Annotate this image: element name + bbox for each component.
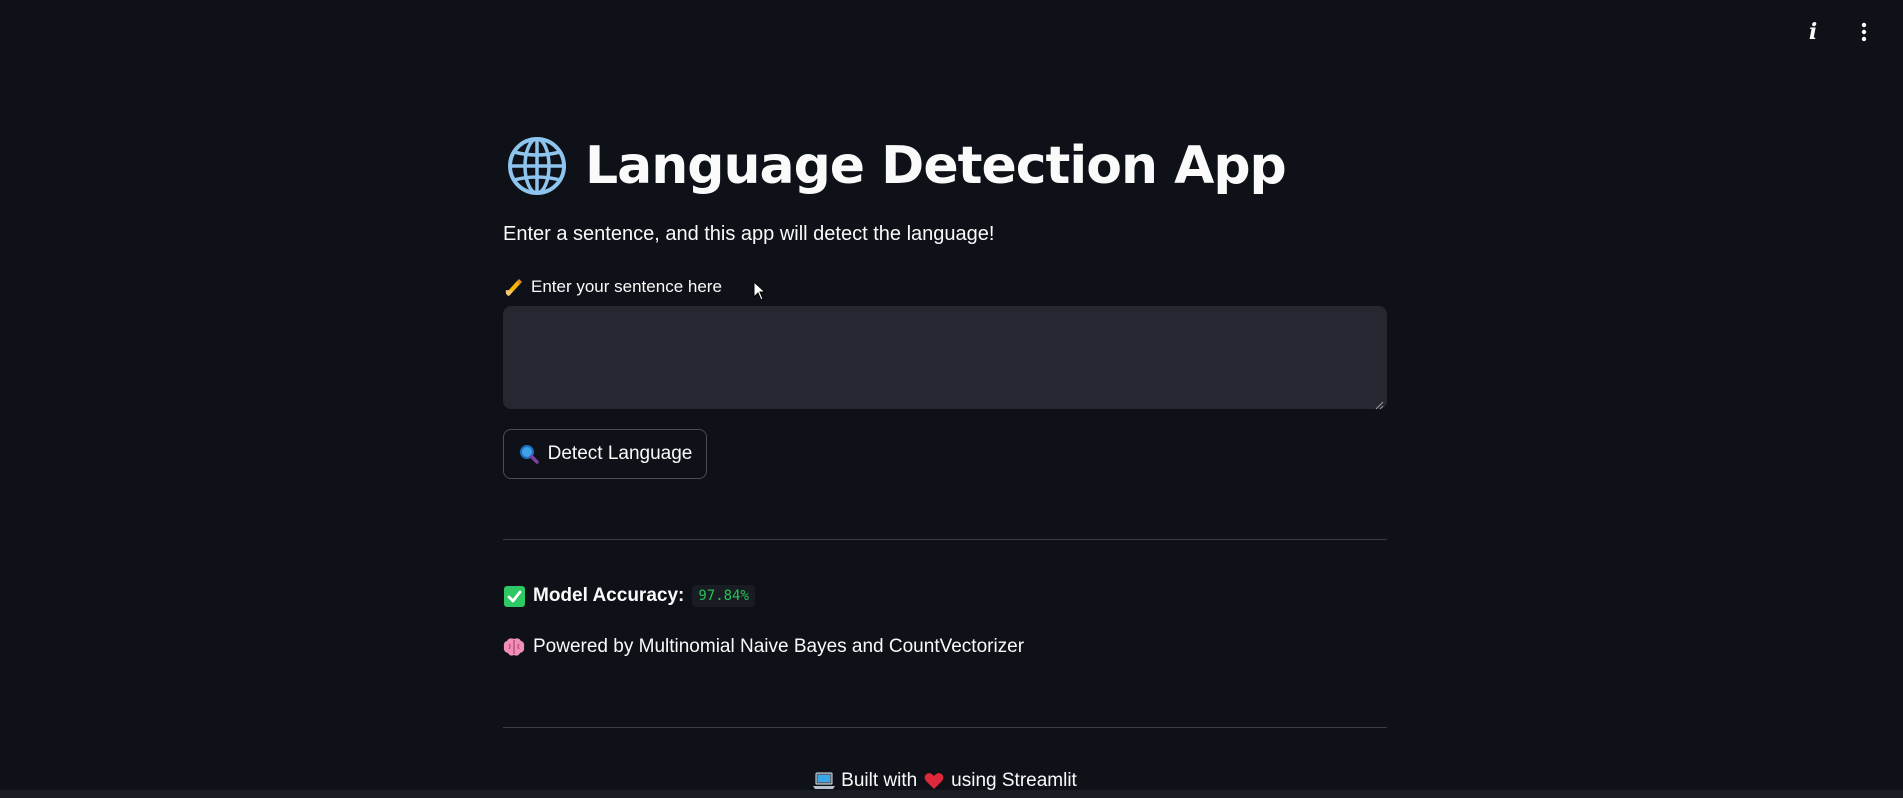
page-subtitle: Enter a sentence, and this app will dete…: [503, 223, 995, 245]
sentence-input[interactable]: [503, 306, 1387, 409]
detect-language-button[interactable]: Detect Language: [503, 429, 707, 479]
resize-handle-icon[interactable]: [1375, 397, 1384, 410]
powered-by: Powered by Multinomial Naive Bayes and C…: [503, 636, 1024, 658]
powered-by-text: Powered by Multinomial Naive Bayes and C…: [533, 636, 1025, 657]
model-accuracy-label: Model Accuracy:: [533, 585, 685, 606]
sentence-input-label-text: Enter your sentence here: [531, 277, 722, 296]
check-mark-icon: [503, 585, 525, 607]
brain-icon: [503, 636, 525, 658]
page-title: Language Detection App: [585, 136, 1287, 196]
magnifier-icon: [518, 443, 540, 465]
divider: [503, 539, 1387, 540]
top-toolbar: i: [0, 0, 1903, 64]
divider: [503, 727, 1387, 728]
model-accuracy-value: 97.84%: [692, 585, 755, 607]
heart-icon: [923, 770, 945, 792]
sentence-input-label: Enter your sentence here: [503, 276, 722, 298]
writing-hand-icon: [503, 276, 525, 298]
laptop-icon: [813, 770, 836, 792]
detect-language-button-label: Detect Language: [547, 443, 693, 464]
info-icon[interactable]: i: [1799, 18, 1827, 46]
footer-text-before: Built with: [841, 770, 918, 791]
kebab-menu-icon[interactable]: [1850, 18, 1878, 46]
mouse-cursor-icon: [753, 280, 767, 306]
model-accuracy: Model Accuracy: 97.84%: [503, 585, 755, 607]
globe-icon: [507, 136, 567, 196]
footer-text-after: using Streamlit: [951, 770, 1077, 791]
page-header: Language Detection App: [507, 136, 1287, 196]
footer: Built with using Streamlit: [503, 770, 1387, 792]
bottom-edge: [0, 790, 1903, 798]
